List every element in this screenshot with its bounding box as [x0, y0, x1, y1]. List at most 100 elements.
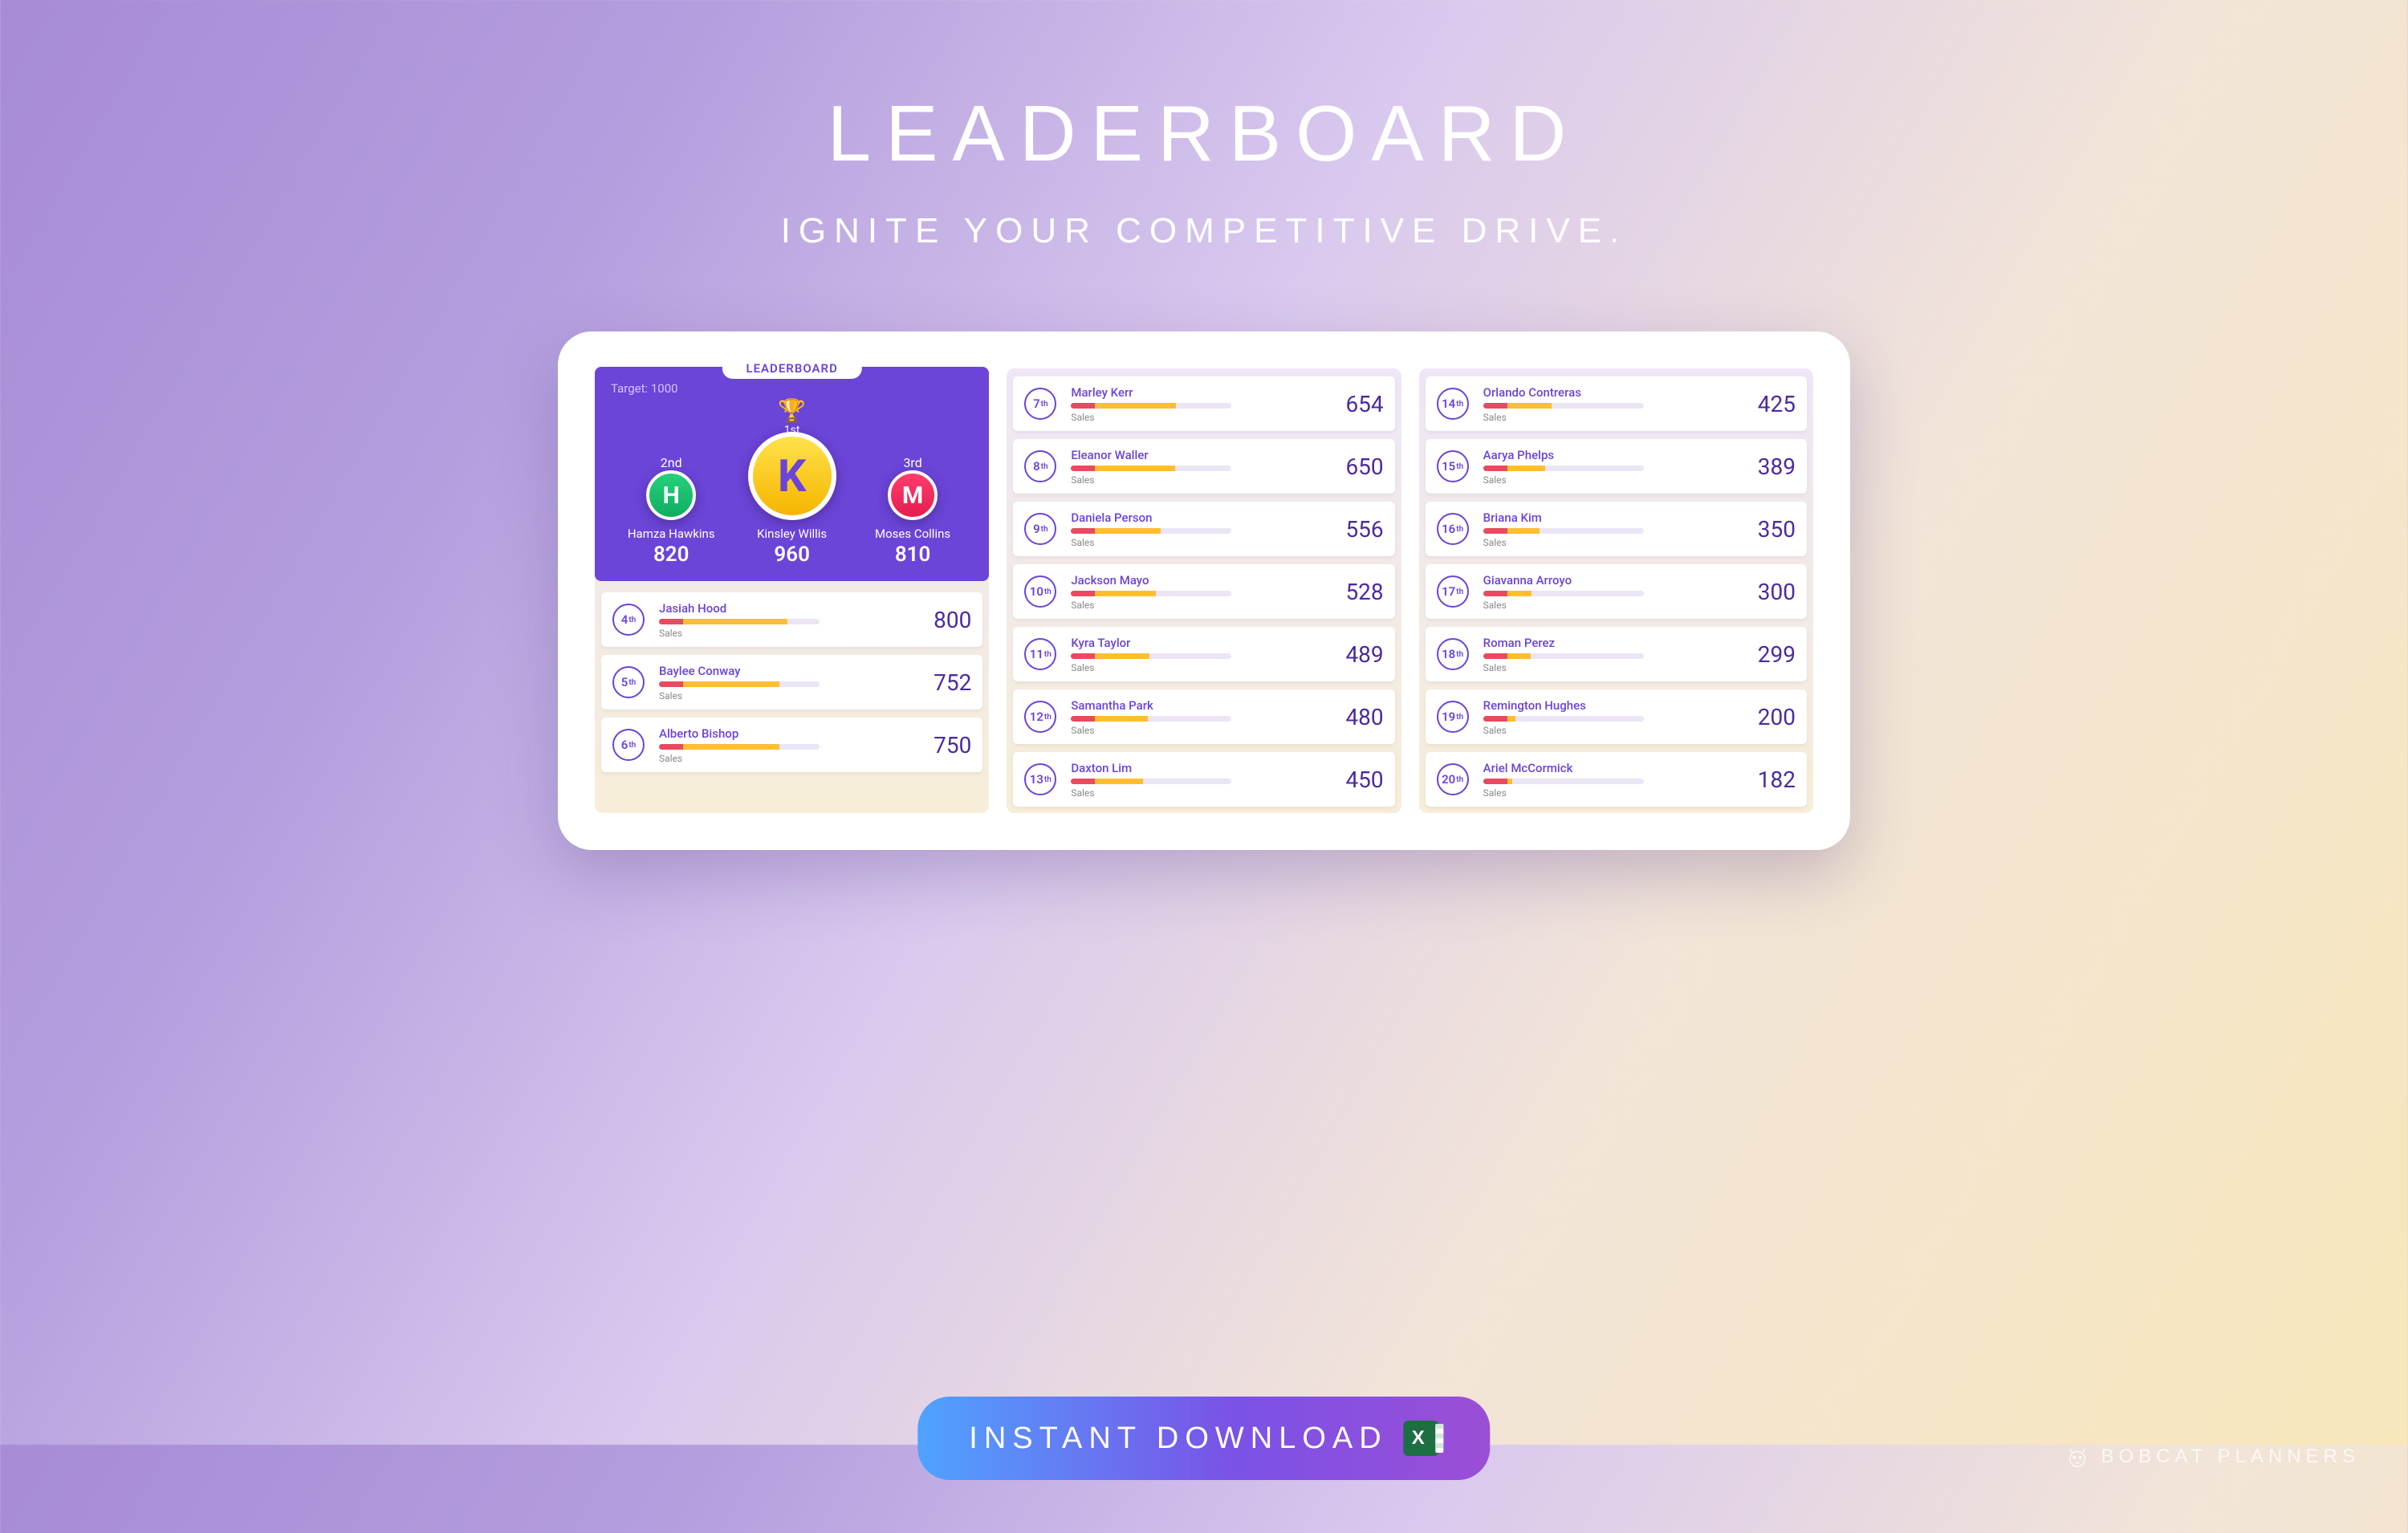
row-metric-label: Sales — [1483, 537, 1739, 548]
progress-bar — [1071, 403, 1231, 409]
progress-bar — [1071, 528, 1231, 534]
table-row: 7thMarley KerrSales654 — [1013, 376, 1394, 431]
table-row: 11thKyra TaylorSales489 — [1013, 627, 1394, 681]
rank-badge: 20th — [1437, 763, 1469, 795]
avatar-second: H — [646, 470, 696, 520]
podium-second: 2nd H Hamza Hawkins 820 — [611, 455, 731, 567]
row-metric-label: Sales — [659, 628, 915, 639]
progress-bar — [1483, 716, 1644, 722]
podium-third: 3rd M Moses Collins 810 — [852, 455, 973, 567]
row-metric-label: Sales — [1071, 725, 1327, 736]
rank-badge: 6th — [612, 729, 645, 761]
trophy-icon: 🏆 — [611, 397, 973, 424]
rank-label-3rd: 3rd — [903, 455, 921, 470]
rank-badge: 4th — [612, 604, 645, 636]
row-metric-label: Sales — [1071, 787, 1327, 799]
row-score: 425 — [1739, 391, 1796, 417]
rank-badge: 8th — [1024, 450, 1056, 482]
row-score: 389 — [1739, 453, 1796, 480]
row-score: 350 — [1739, 516, 1796, 543]
podium-score-second: 820 — [653, 543, 689, 567]
progress-bar — [1071, 716, 1231, 722]
row-name: Eleanor Waller — [1071, 448, 1327, 462]
row-name: Samantha Park — [1071, 698, 1327, 713]
progress-bar — [659, 619, 820, 624]
table-row: 19th Remington Hughes Sales200 — [1426, 689, 1807, 744]
row-name: Roman Perez — [1483, 636, 1739, 650]
progress-bar — [1483, 779, 1644, 784]
rank-badge: 5th — [612, 666, 645, 698]
row-metric-label: Sales — [1483, 474, 1739, 486]
row-score: 300 — [1739, 579, 1796, 605]
progress-bar — [659, 681, 820, 687]
table-row: 10thJackson MayoSales528 — [1013, 564, 1394, 619]
rank-badge: 7th — [1024, 388, 1056, 420]
podium-score-third: 810 — [895, 543, 931, 567]
row-name: Orlando Contreras — [1483, 385, 1739, 400]
table-row: 16thBriana KimSales350 — [1426, 502, 1807, 556]
row-score: 182 — [1739, 766, 1796, 793]
row-name: Baylee Conway — [659, 664, 915, 678]
row-metric-label: Sales — [1483, 725, 1739, 736]
row-name: Ariel McCormick — [1483, 761, 1739, 775]
row-name: Jackson Mayo — [1071, 573, 1327, 588]
page-subtitle: IGNITE YOUR COMPETITIVE DRIVE. — [0, 211, 2408, 251]
row-metric-label: Sales — [1071, 662, 1327, 673]
table-row: 5thBaylee ConwaySales752 — [601, 655, 982, 710]
progress-bar — [1483, 591, 1644, 596]
bobcat-icon — [2065, 1445, 2089, 1469]
row-score: 480 — [1328, 704, 1384, 730]
podium-name-second: Hamza Hawkins — [628, 527, 715, 541]
cta-label: INSTANT DOWNLOAD — [969, 1421, 1387, 1456]
row-metric-label: Sales — [1483, 662, 1739, 673]
row-metric-label: Sales — [1071, 600, 1327, 611]
table-row: 8thEleanor WallerSales650 — [1013, 439, 1394, 494]
progress-bar — [659, 744, 820, 750]
progress-bar — [1071, 653, 1231, 659]
excel-icon: X — [1404, 1421, 1439, 1456]
column-middle: 7thMarley KerrSales654 8th Eleanor Waller S… — [1007, 368, 1401, 813]
row-metric-label: Sales — [1483, 412, 1739, 423]
target-label: Target: 1000 — [611, 381, 973, 396]
row-score: 654 — [1328, 391, 1384, 417]
rank-label-2nd: 2nd — [661, 455, 682, 470]
column-left: LEADERBOARD Target: 1000 🏆 1st 2nd H Ham… — [595, 368, 989, 813]
row-score: 650 — [1328, 453, 1384, 480]
page-title: LEADERBOARD — [0, 88, 2408, 179]
rank-badge: 14th — [1437, 388, 1469, 420]
progress-bar — [1483, 653, 1644, 659]
table-row: 9thDaniela PersonSales556 — [1013, 502, 1394, 556]
table-row: 4thJasiah HoodSales800 — [601, 592, 982, 647]
row-metric-label: Sales — [1071, 537, 1327, 548]
rank-badge: 15th — [1437, 450, 1469, 482]
rank-badge: 17th — [1437, 575, 1469, 608]
table-row: 15thAarya PhelpsSales389 — [1426, 439, 1807, 494]
podium-name-first: Kinsley Willis — [757, 527, 827, 541]
row-metric-label: Sales — [1483, 787, 1739, 799]
row-metric-label: Sales — [659, 690, 915, 701]
rank-badge: 11th — [1024, 638, 1056, 670]
podium-first: K Kinsley Willis 960 — [731, 432, 852, 567]
table-row: 13thDaxton LimSales450 — [1013, 752, 1394, 807]
rank-badge: 19th — [1437, 701, 1469, 733]
brand-watermark: BOBCAT PLANNERS — [2065, 1445, 2360, 1469]
avatar-first: K — [748, 432, 836, 520]
podium-panel: LEADERBOARD Target: 1000 🏆 1st 2nd H Ham… — [595, 367, 989, 581]
avatar-third: M — [888, 470, 938, 520]
leaderboard-card: LEADERBOARD Target: 1000 🏆 1st 2nd H Ham… — [558, 331, 1850, 850]
row-name: Remington Hughes — [1483, 698, 1739, 713]
podium-score-first: 960 — [774, 543, 810, 567]
table-row: 18thRoman PerezSales299 — [1426, 627, 1807, 681]
table-row: 12thSamantha ParkSales480 — [1013, 689, 1394, 744]
row-name: Giavanna Arroyo — [1483, 573, 1739, 588]
table-row: 20th Ariel McCormick Sales182 — [1426, 752, 1807, 807]
progress-bar — [1071, 779, 1231, 784]
progress-bar — [1071, 466, 1231, 471]
row-score: 528 — [1328, 579, 1384, 605]
column-right: 14thOrlando ContrerasSales42515thAarya P… — [1419, 368, 1813, 813]
row-score: 200 — [1739, 704, 1796, 730]
row-score: 800 — [915, 607, 971, 633]
instant-download-button[interactable]: INSTANT DOWNLOAD X — [917, 1397, 1490, 1480]
brand-label: BOBCAT PLANNERS — [2101, 1446, 2360, 1468]
podium-name-third: Moses Collins — [875, 527, 950, 541]
